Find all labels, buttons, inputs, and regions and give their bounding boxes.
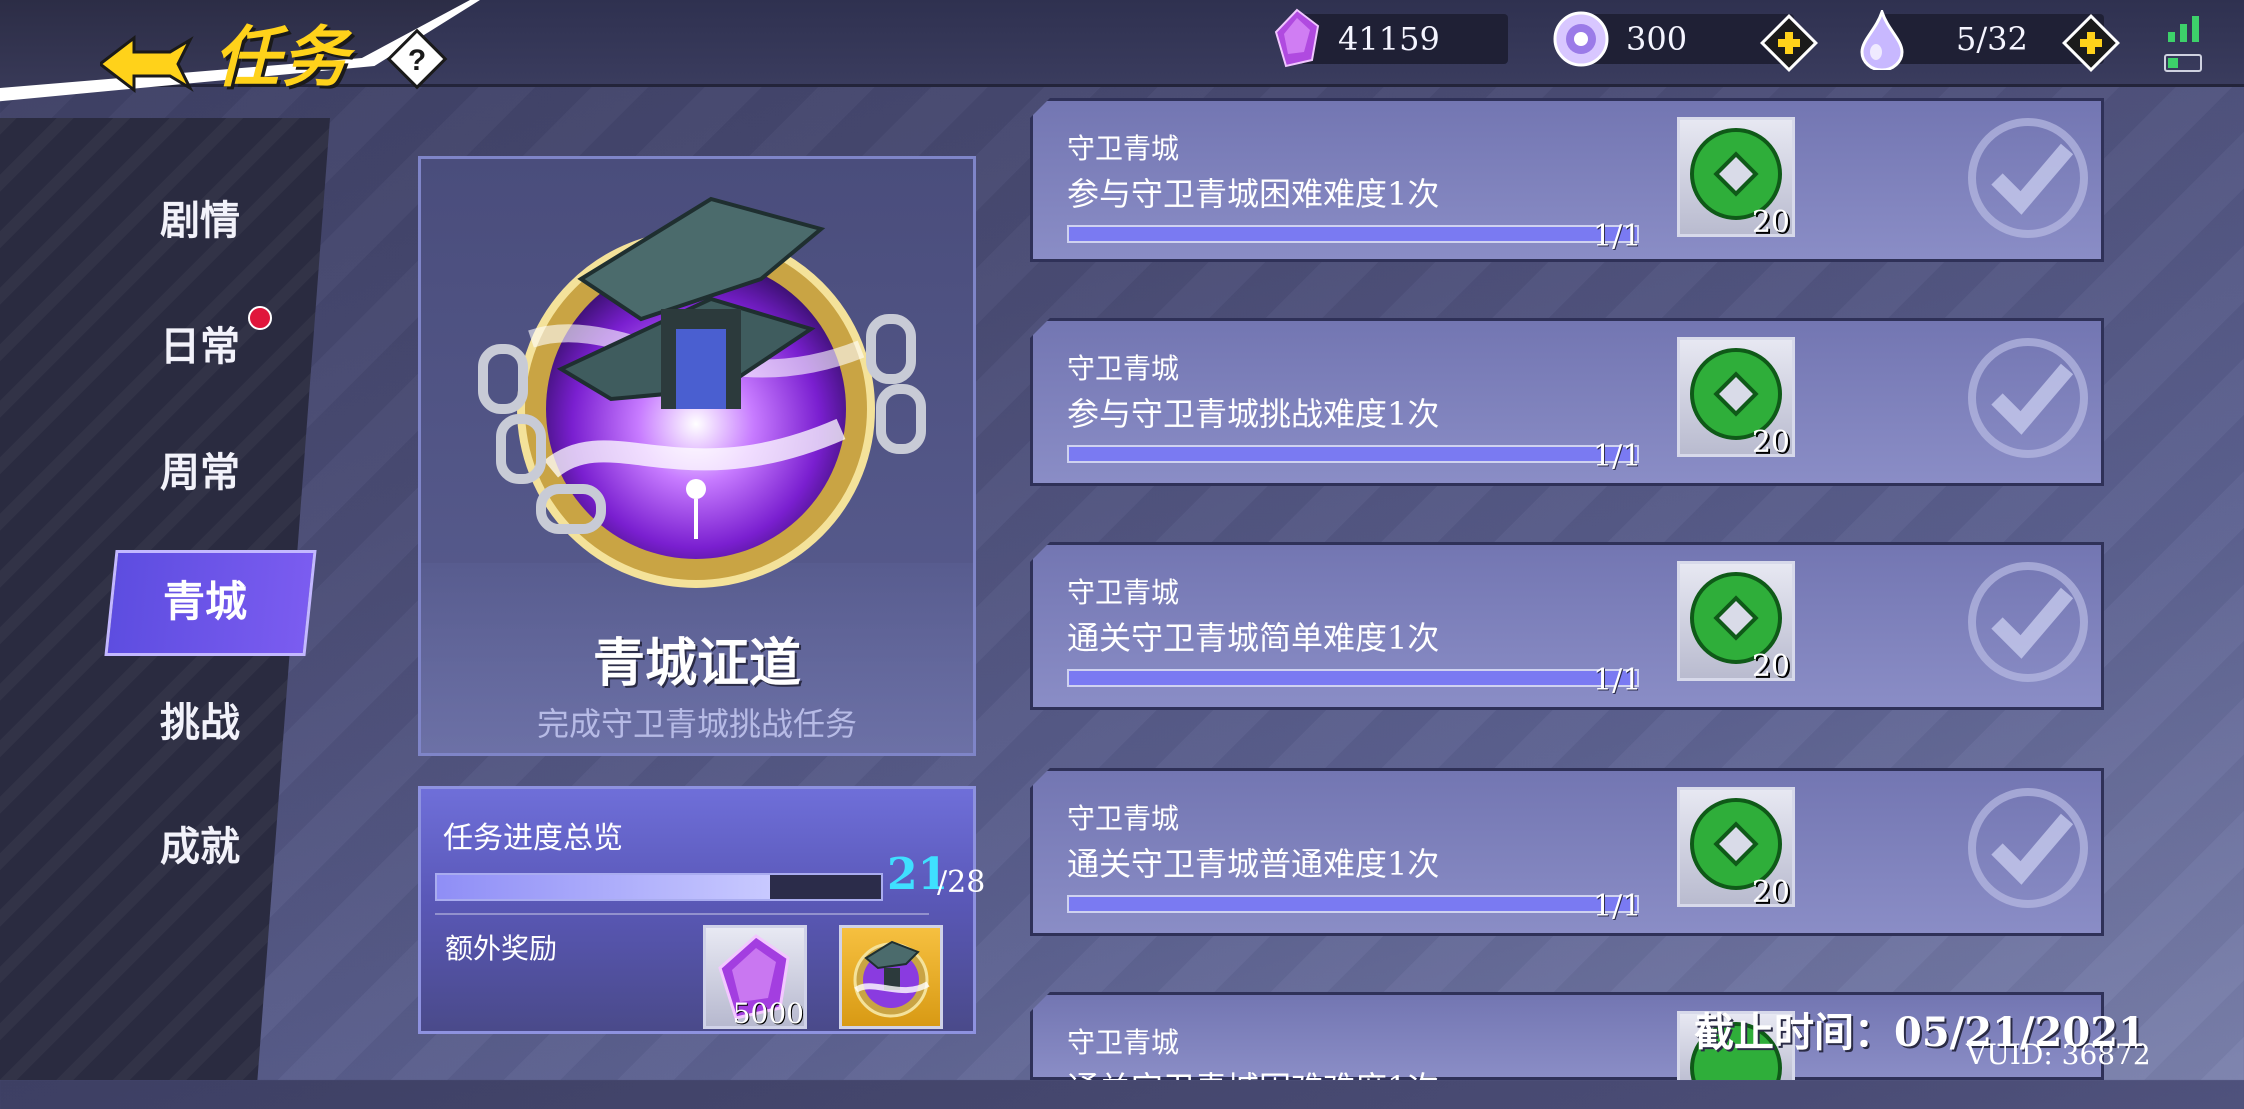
event-title: 青城证道 [592, 633, 801, 694]
task-card[interactable]: 守卫青城 通关守卫青城普通难度1次 1/1 20 [1030, 768, 2104, 936]
question-diamond-icon: ? [386, 28, 448, 90]
gems-value: 41159 [1338, 20, 1440, 58]
event-subtitle: 完成守卫青城挑战任务 [536, 705, 857, 743]
add-stamina-button[interactable] [2062, 14, 2120, 72]
divider [435, 913, 929, 915]
add-energy-button[interactable] [1760, 14, 1818, 72]
task-category: 守卫青城 [1067, 576, 1180, 609]
sidebar-item-achievement[interactable]: 成就 [140, 812, 260, 882]
event-card: 青城证道 完成守卫青城挑战任务 [418, 156, 976, 756]
reward-amount: 20 [1751, 649, 1790, 684]
bonus-reward-emblem[interactable] [839, 925, 943, 1029]
overview-title: 任务进度总览 [443, 821, 623, 856]
reward-qty: 5000 [732, 997, 804, 1030]
reward-amount: 20 [1751, 205, 1790, 240]
task-progress-text: 1/1 [1593, 889, 1642, 924]
completed-check-icon [1968, 118, 2088, 238]
sidebar-item-story[interactable]: 剧情 [140, 186, 260, 256]
svg-text:?: ? [408, 44, 426, 77]
task-reward: 20 [1677, 337, 1795, 460]
back-arrow-icon [97, 34, 194, 94]
task-category: 守卫青城 [1067, 1026, 1180, 1059]
task-progress-bar [1067, 225, 1639, 243]
reward-amount: 20 [1751, 875, 1790, 910]
task-progress-bar [1067, 895, 1639, 913]
task-description: 通关守卫青城困难难度1次 [1067, 1069, 1440, 1107]
task-category: 守卫青城 [1067, 132, 1180, 165]
task-progress-bar [1067, 445, 1639, 463]
task-progress-fill [1069, 897, 1637, 911]
task-progress-fill [1069, 671, 1637, 685]
task-progress-text: 1/1 [1593, 219, 1642, 254]
task-progress-bar [1067, 669, 1639, 687]
task-progress-fill [1069, 227, 1637, 241]
task-progress-text: 1/1 [1593, 663, 1642, 698]
task-category: 守卫青城 [1067, 802, 1180, 835]
battery-icon [2164, 54, 2202, 72]
completed-check-icon [1968, 788, 2088, 908]
task-progress-text: 1/1 [1593, 439, 1642, 474]
bonus-label: 额外奖励 [445, 932, 558, 965]
signal-icon [2168, 16, 2199, 42]
task-card[interactable]: 守卫青城 参与守卫青城挑战难度1次 1/1 20 [1030, 318, 2104, 486]
back-button[interactable] [97, 34, 210, 94]
overview-progress-bar [435, 873, 883, 901]
task-description: 通关守卫青城简单难度1次 [1067, 619, 1440, 657]
gems-counter: 41159 [1300, 14, 1508, 64]
stamina-value: 5/32 [1956, 20, 2028, 58]
qingcheng-emblem-icon [853, 940, 930, 1018]
sidebar-item-weekly[interactable]: 周常 [140, 438, 260, 508]
page-title: 任务 [214, 18, 350, 96]
task-card[interactable]: 守卫青城 参与守卫青城困难难度1次 1/1 20 [1030, 98, 2104, 262]
water-drop-icon [1860, 10, 1904, 70]
task-reward: 20 [1677, 561, 1795, 684]
overview-total: /28 [937, 865, 986, 900]
completed-check-icon [1968, 338, 2088, 458]
bonus-reward-crystal[interactable]: 5000 [703, 925, 807, 1030]
task-reward: 20 [1677, 787, 1795, 910]
qingcheng-emblem-icon [478, 196, 926, 588]
overview-progress-fill [437, 875, 770, 899]
sidebar-item-daily[interactable]: 日常 [140, 312, 260, 382]
purple-gem-icon [1274, 8, 1320, 68]
sidebar-item-label: 青城 [162, 577, 247, 626]
task-category: 守卫青城 [1067, 352, 1180, 385]
task-description: 通关守卫青城普通难度1次 [1067, 845, 1440, 883]
sidebar-item-challenge[interactable]: 挑战 [140, 688, 260, 758]
task-card[interactable]: 守卫青城 通关守卫青城简单难度1次 1/1 20 [1030, 542, 2104, 710]
plus-icon [1760, 14, 1818, 72]
completed-check-icon [1968, 562, 2088, 682]
sidebar-item-qingcheng[interactable]: 青城 [104, 540, 317, 658]
help-button[interactable]: ? [386, 28, 448, 90]
task-reward: 20 [1677, 117, 1795, 240]
energy-value: 300 [1626, 20, 1688, 58]
progress-overview: 任务进度总览 21 /28 额外奖励 5000 [418, 786, 985, 1034]
task-description: 参与守卫青城挑战难度1次 [1067, 395, 1440, 433]
vuid-text: VUID: 36872 [1966, 1038, 2151, 1071]
notification-dot [248, 306, 272, 330]
reward-amount: 20 [1751, 425, 1790, 460]
task-description: 参与守卫青城困难难度1次 [1067, 175, 1440, 213]
energy-orb-icon [1553, 11, 1609, 67]
plus-icon [2062, 14, 2120, 72]
task-progress-fill [1069, 447, 1637, 461]
